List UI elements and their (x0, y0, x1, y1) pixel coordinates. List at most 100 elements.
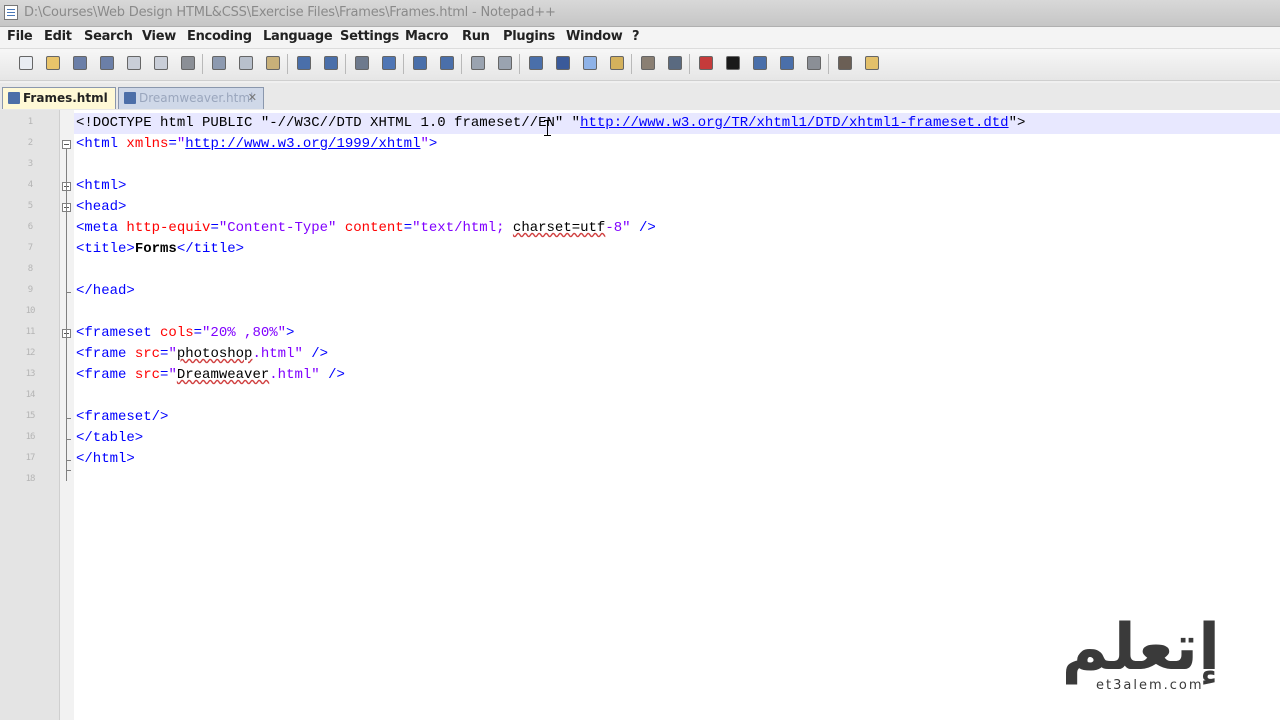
indent-guide-button[interactable] (580, 53, 600, 73)
code-token: http-equiv (126, 220, 211, 236)
menu-settings[interactable]: Settings (340, 29, 399, 44)
print-button[interactable] (178, 53, 198, 73)
find-icon (355, 56, 369, 70)
menu-window[interactable]: Window (566, 29, 623, 44)
code-token: <meta (76, 220, 127, 236)
run-macro-multiple-icon (780, 56, 794, 70)
line-number: 5 (27, 201, 33, 211)
code-line[interactable]: <frame src="Dreamweaver.html" /> (76, 365, 345, 386)
code-token: " (176, 136, 186, 152)
spellcheck-icon (838, 56, 852, 70)
paste-button[interactable] (263, 53, 283, 73)
close-tab-icon[interactable]: ✕ (248, 91, 257, 104)
redo-button[interactable] (321, 53, 341, 73)
code-token: <frame (76, 367, 135, 383)
toolbar (0, 49, 1280, 81)
close-icon (127, 56, 141, 70)
save-button[interactable] (70, 53, 90, 73)
find-button[interactable] (352, 53, 372, 73)
code-line[interactable]: <html> (76, 176, 126, 197)
folder-button[interactable] (862, 53, 882, 73)
watermark-logo: إتعلم (1061, 611, 1222, 685)
open-file-button[interactable] (43, 53, 63, 73)
code-token: "Content-Type" (218, 220, 345, 236)
menu-file[interactable]: File (7, 29, 33, 44)
toolbar-separator (828, 54, 829, 74)
stop-record-button[interactable] (723, 53, 743, 73)
save-macro-button[interactable] (804, 53, 824, 73)
copy-button[interactable] (236, 53, 256, 73)
code-token: = (193, 325, 203, 341)
print-icon (181, 56, 195, 70)
code-line[interactable]: <meta http-equiv="Content-Type" content=… (76, 218, 656, 239)
menu-search[interactable]: Search (84, 29, 133, 44)
user-lang-icon (610, 56, 624, 70)
line-number: 17 (25, 453, 36, 463)
file-saved-icon (8, 92, 20, 104)
close-button[interactable] (124, 53, 144, 73)
code-line[interactable]: </table> (76, 428, 143, 449)
code-line[interactable]: <frame src="photoshop.html" /> (76, 344, 328, 365)
replace-button[interactable] (379, 53, 399, 73)
play-macro-button[interactable] (750, 53, 770, 73)
save-all-button[interactable] (97, 53, 117, 73)
code-line[interactable]: <!DOCTYPE html PUBLIC "-//W3C//DTD XHTML… (76, 113, 1025, 134)
code-line[interactable]: <html xmlns="http://www.w3.org/1999/xhtm… (76, 134, 437, 155)
menu-edit[interactable]: Edit (44, 29, 72, 44)
sync-vertical-button[interactable] (468, 53, 488, 73)
code-line[interactable]: </head> (76, 281, 135, 302)
zoom-out-button[interactable] (437, 53, 457, 73)
doc-map-button[interactable] (638, 53, 658, 73)
spellcheck-button[interactable] (835, 53, 855, 73)
sync-horizontal-button[interactable] (495, 53, 515, 73)
folder-icon (865, 56, 879, 70)
menu-view[interactable]: View (142, 29, 176, 44)
word-wrap-button[interactable] (526, 53, 546, 73)
tab-dreamweaver-html[interactable]: Dreamweaver.html ✕ (118, 87, 264, 109)
undo-icon (297, 56, 311, 70)
code-token: = (210, 220, 219, 236)
code-line[interactable]: <frameset cols="20% ,80%"> (76, 323, 294, 344)
menu-help[interactable]: ? (632, 29, 640, 44)
tab-frames-html[interactable]: Frames.html (2, 87, 116, 109)
code-token: " (168, 367, 177, 383)
zoom-in-button[interactable] (410, 53, 430, 73)
menu-plugins[interactable]: Plugins (503, 29, 555, 44)
run-macro-multiple-button[interactable] (777, 53, 797, 73)
undo-button[interactable] (294, 53, 314, 73)
toolbar-separator (631, 54, 632, 74)
line-number: 3 (27, 159, 33, 169)
code-line[interactable]: <head> (76, 197, 126, 218)
code-token: .html" (252, 346, 312, 362)
code-line[interactable]: <title>Forms</title> (76, 239, 244, 260)
fold-toggle-icon[interactable] (62, 140, 71, 149)
code-token: /> (638, 220, 656, 236)
toolbar-separator (689, 54, 690, 74)
cut-button[interactable] (209, 53, 229, 73)
menu-macro[interactable]: Macro (405, 29, 449, 44)
user-lang-button[interactable] (607, 53, 627, 73)
code-line[interactable]: <frameset/> (76, 407, 168, 428)
code-token: .html" (269, 367, 329, 383)
line-number: 1 (27, 117, 33, 127)
line-number: 4 (27, 180, 33, 190)
menu-encoding[interactable]: Encoding (187, 29, 252, 44)
line-number: 11 (25, 327, 36, 337)
line-number: 7 (27, 243, 33, 253)
record-macro-button[interactable] (696, 53, 716, 73)
new-file-button[interactable] (16, 53, 36, 73)
line-number: 8 (27, 264, 33, 274)
tab-label: Dreamweaver.html (139, 91, 254, 105)
function-list-button[interactable] (665, 53, 685, 73)
menu-run[interactable]: Run (462, 29, 490, 44)
menu-language[interactable]: Language (263, 29, 333, 44)
notepad-icon[interactable] (4, 5, 18, 20)
show-all-chars-button[interactable] (553, 53, 573, 73)
open-file-icon (46, 56, 60, 70)
code-line[interactable]: </html> (76, 449, 135, 470)
fold-margin (60, 110, 74, 720)
close-all-button[interactable] (151, 53, 171, 73)
cut-icon (212, 56, 226, 70)
menu-bar: File Edit Search View Encoding Language … (0, 27, 1280, 49)
save-all-icon (100, 56, 114, 70)
